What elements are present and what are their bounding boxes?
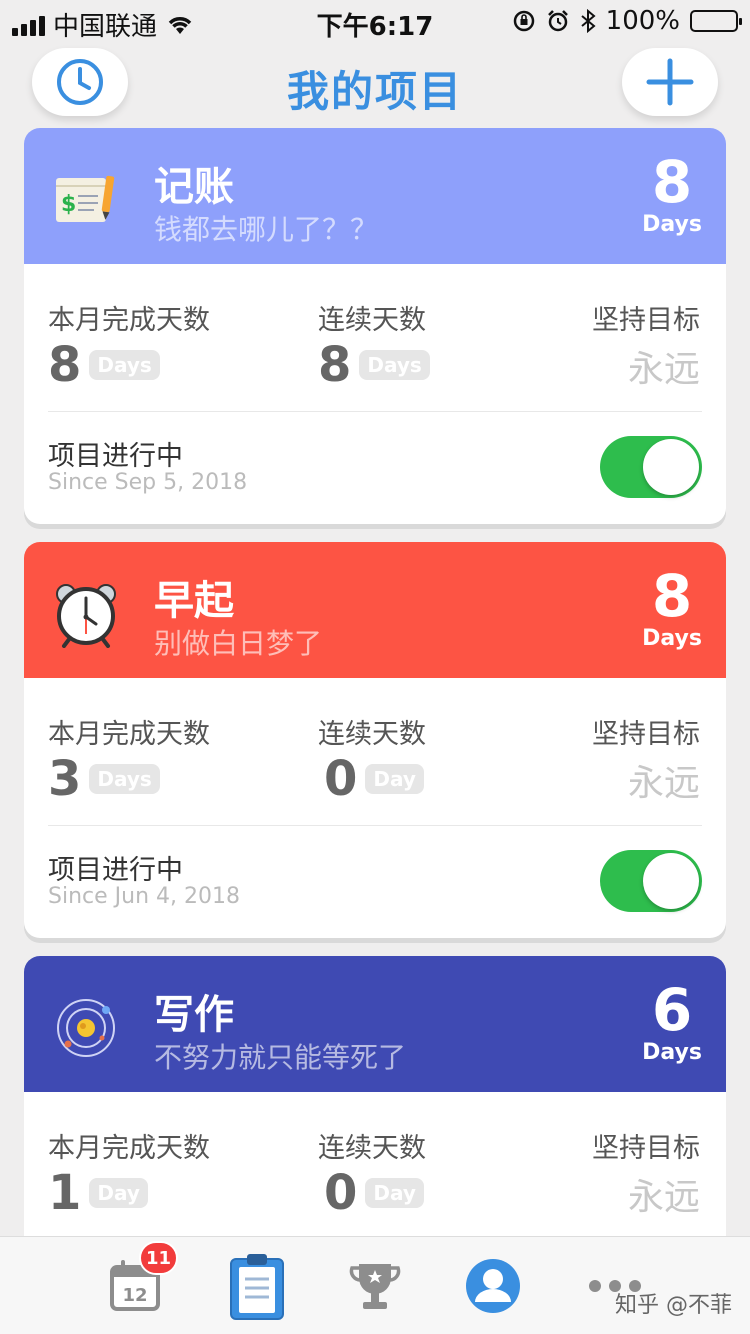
project-status: 项目进行中 (48, 441, 183, 472)
alarm-clock-icon (56, 584, 116, 648)
streak-value: 8 (318, 337, 352, 393)
goal-label: 坚持目标 (592, 305, 700, 336)
alarm-icon (547, 10, 568, 32)
month-unit: Days (89, 764, 160, 794)
battery-percent: 100% (605, 6, 680, 36)
streak-label: 连续天数 (318, 305, 426, 336)
planet-icon (57, 999, 115, 1057)
month-value: 3 (48, 751, 82, 807)
month-label: 本月完成天数 (48, 305, 210, 336)
streak-unit: Days (359, 350, 430, 380)
project-since: Since Jun 4, 2018 (48, 884, 240, 909)
clipboard-icon (230, 1254, 284, 1320)
total-days: 6 Days (642, 980, 702, 1065)
bluetooth-icon (581, 9, 596, 33)
goal-value: 永远 (627, 1177, 700, 1218)
project-since: Since Sep 5, 2018 (48, 470, 248, 495)
total-days: 8 Days (642, 152, 702, 237)
total-days-unit: Days (642, 212, 702, 237)
profile-icon (466, 1259, 520, 1313)
ledger-icon: $ (56, 175, 115, 222)
goal-label: 坚持目标 (592, 719, 700, 750)
streak-value: 0 (324, 751, 358, 807)
streak-stat: 0 Day (324, 754, 424, 804)
project-status: 项目进行中 (48, 855, 183, 886)
month-label: 本月完成天数 (48, 1133, 210, 1164)
calendar-day: 12 (122, 1285, 147, 1306)
card-header[interactable]: $ 记账 钱都去哪儿了？？ 8 Days (24, 128, 726, 264)
toggle-knob (643, 439, 699, 495)
tab-achievements[interactable] (340, 1251, 410, 1321)
plus-icon (646, 58, 694, 106)
tab-projects[interactable] (222, 1251, 292, 1321)
total-days-value: 8 (651, 562, 693, 630)
notification-badge: 11 (138, 1241, 178, 1275)
goal-label: 坚持目标 (592, 1133, 700, 1164)
toggle-knob (643, 853, 699, 909)
month-stat: 1 Day (48, 1168, 148, 1218)
project-motto: 钱都去哪儿了？？ (154, 213, 379, 246)
total-days-value: 6 (651, 976, 693, 1044)
watermark: 知乎 @不菲 (615, 1293, 732, 1318)
streak-stat: 8 Days (318, 340, 430, 390)
project-card[interactable]: 早起 别做白日梦了 8 Days 本月完成天数 3 Days 连续天数 0 Da… (24, 542, 726, 938)
project-name: 写作 (154, 992, 234, 1038)
month-label: 本月完成天数 (48, 719, 210, 750)
project-active-toggle[interactable] (600, 850, 702, 912)
tab-calendar[interactable]: 12 11 (100, 1241, 178, 1321)
streak-value: 0 (324, 1165, 358, 1221)
rotation-lock-icon (513, 10, 534, 32)
month-unit: Day (89, 1178, 148, 1208)
header: 我的项目 (0, 44, 750, 124)
month-stat: 3 Days (48, 754, 160, 804)
total-days-unit: Days (642, 1040, 702, 1065)
month-value: 1 (48, 1165, 82, 1221)
battery-icon (690, 10, 742, 32)
project-motto: 不努力就只能等死了 (154, 1041, 407, 1074)
card-header[interactable]: 早起 别做白日梦了 8 Days (24, 542, 726, 678)
streak-unit: Day (365, 764, 424, 794)
tab-bar: 12 11 (0, 1236, 750, 1334)
total-days-value: 8 (651, 148, 693, 216)
month-value: 8 (48, 337, 82, 393)
month-unit: Days (89, 350, 160, 380)
trophy-icon (349, 1264, 401, 1309)
status-bar: 中国联通 下午6:17 100% (0, 0, 750, 42)
svg-text:$: $ (61, 192, 76, 217)
goal-value: 永远 (627, 763, 700, 804)
project-card[interactable]: 写作 不努力就只能等死了 6 Days 本月完成天数 1 Day 连续天数 0 … (24, 956, 726, 1256)
streak-stat: 0 Day (324, 1168, 424, 1218)
card-header[interactable]: 写作 不努力就只能等死了 6 Days (24, 956, 726, 1092)
add-project-button[interactable] (622, 48, 718, 116)
total-days: 8 Days (642, 566, 702, 651)
divider (48, 411, 702, 412)
month-stat: 8 Days (48, 340, 160, 390)
streak-label: 连续天数 (318, 719, 426, 750)
divider (48, 825, 702, 826)
project-card[interactable]: $ 记账 钱都去哪儿了？？ 8 Days 本月完成天数 8 Days 连续天数 … (24, 128, 726, 524)
project-name: 早起 (154, 578, 234, 624)
streak-label: 连续天数 (318, 1133, 426, 1164)
project-name: 记账 (154, 164, 234, 210)
tab-profile[interactable] (458, 1251, 528, 1321)
goal-value: 永远 (627, 349, 700, 390)
project-active-toggle[interactable] (600, 436, 702, 498)
total-days-unit: Days (642, 626, 702, 651)
project-motto: 别做白日梦了 (154, 627, 323, 660)
streak-unit: Day (365, 1178, 424, 1208)
